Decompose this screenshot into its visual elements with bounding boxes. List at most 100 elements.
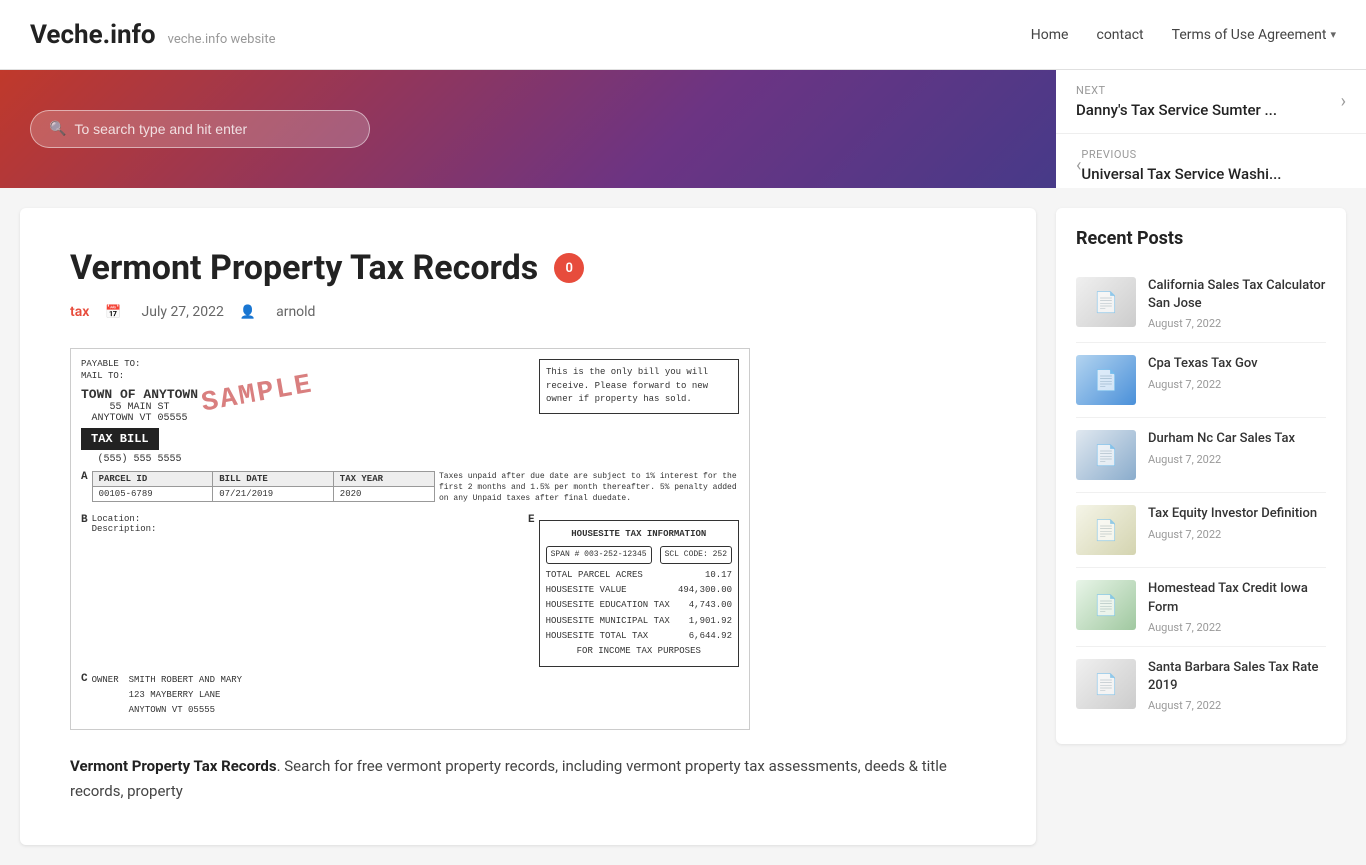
post-title: Tax Equity Investor Definition — [1148, 505, 1326, 523]
meta-author: arnold — [276, 304, 315, 320]
col-bill-date: BILL DATE — [213, 472, 334, 487]
prev-nav-content: PREVIOUS Universal Tax Service Washi... — [1081, 148, 1346, 183]
label-a: A — [81, 471, 88, 483]
next-arrow-icon: › — [1341, 91, 1346, 112]
post-date: August 7, 2022 — [1148, 453, 1326, 466]
bill-date-val: 07/21/2019 — [213, 487, 334, 502]
label-b: B — [81, 514, 88, 526]
post-date: August 7, 2022 — [1148, 378, 1326, 391]
nav-home[interactable]: Home — [1031, 27, 1069, 43]
next-title: Danny's Tax Service Sumter ... — [1076, 101, 1341, 119]
nav-cards: NEXT Danny's Tax Service Sumter ... › ‹ … — [1056, 70, 1366, 188]
post-info: Durham Nc Car Sales Tax August 7, 2022 — [1148, 430, 1326, 480]
description-label: Description: — [92, 524, 524, 534]
owner-label: OWNER SMITH ROBERT AND MARY 123 MAYBERRY… — [92, 673, 242, 719]
list-item[interactable]: 📄 California Sales Tax Calculator San Jo… — [1076, 265, 1326, 343]
post-title: California Sales Tax Calculator San Jose — [1148, 277, 1326, 313]
tax-bill: SAMPLE PAYABLE TO: MAIL TO: TOWN OF ANYT… — [70, 348, 750, 730]
post-thumbnail: 📄 — [1076, 277, 1136, 327]
article-title-container: Vermont Property Tax Records 0 — [70, 248, 986, 288]
housesite-title: HOUSESITE TAX INFORMATION — [546, 527, 732, 542]
article-title: Vermont Property Tax Records — [70, 248, 538, 288]
thumb-icon: 📄 — [1094, 368, 1119, 392]
next-nav-content: NEXT Danny's Tax Service Sumter ... — [1076, 84, 1341, 119]
comment-badge[interactable]: 0 — [554, 253, 584, 283]
hero-banner: 🔍 NEXT Danny's Tax Service Sumter ... › … — [0, 70, 1366, 188]
edu-tax-val: 4,743.00 — [689, 598, 732, 613]
recent-posts-list: 📄 California Sales Tax Calculator San Jo… — [1076, 265, 1326, 724]
total-tax-label: HOUSESITE TOTAL TAX — [546, 629, 649, 644]
search-icon: 🔍 — [49, 121, 66, 137]
owner-addr1: 123 MAYBERRY LANE — [129, 688, 242, 703]
post-title: Homestead Tax Credit Iowa Form — [1148, 580, 1326, 616]
span-badge: SPAN # 003-252-12345 — [546, 546, 652, 564]
sidebar: Recent Posts 📄 California Sales Tax Calc… — [1056, 208, 1346, 845]
list-item[interactable]: 📄 Cpa Texas Tax Gov August 7, 2022 — [1076, 343, 1326, 418]
total-tax-val: 6,644.92 — [689, 629, 732, 644]
town-addr1: 55 MAIN ST — [81, 402, 198, 413]
post-thumbnail: 📄 — [1076, 580, 1136, 630]
muni-tax-val: 1,901.92 — [689, 614, 732, 629]
housesite-box: HOUSESITE TAX INFORMATION SPAN # 003-252… — [539, 520, 739, 667]
article-body-bold: Vermont Property Tax Records — [70, 757, 277, 775]
post-thumbnail: 📄 — [1076, 659, 1136, 709]
nav-terms[interactable]: Terms of Use Agreement ▾ — [1172, 27, 1336, 43]
main-container: Vermont Property Tax Records 0 tax 📅 Jul… — [0, 188, 1366, 865]
meta-tag[interactable]: tax — [70, 304, 89, 320]
owner-name: SMITH ROBERT AND MARY — [129, 673, 242, 688]
muni-tax-label: HOUSESITE MUNICIPAL TAX — [546, 614, 670, 629]
nav-terms-label: Terms of Use Agreement — [1172, 27, 1327, 43]
post-thumbnail: 📄 — [1076, 505, 1136, 555]
list-item[interactable]: 📄 Santa Barbara Sales Tax Rate 2019 Augu… — [1076, 647, 1326, 724]
post-date: August 7, 2022 — [1148, 317, 1326, 330]
list-item[interactable]: 📄 Homestead Tax Credit Iowa Form August … — [1076, 568, 1326, 646]
thumb-icon: 📄 — [1094, 290, 1119, 314]
article-body: Vermont Property Tax Records. Search for… — [70, 754, 986, 805]
parcel-table: PARCEL ID BILL DATE TAX YEAR 00105-6789 … — [92, 471, 435, 502]
post-thumbnail: 📄 — [1076, 355, 1136, 405]
town-addr2: ANYTOWN VT 05555 — [81, 413, 198, 424]
post-info: Tax Equity Investor Definition August 7,… — [1148, 505, 1326, 555]
edu-tax-label: HOUSESITE EDUCATION TAX — [546, 598, 670, 613]
search-box[interactable]: 🔍 — [30, 110, 370, 148]
post-info: Homestead Tax Credit Iowa Form August 7,… — [1148, 580, 1326, 633]
scl-badge: SCL CODE: 252 — [660, 546, 732, 564]
header: Veche.info veche.info website Home conta… — [0, 0, 1366, 70]
mail-to-label: MAIL TO: — [81, 371, 124, 381]
site-title: Veche.info — [30, 20, 156, 50]
prev-label: PREVIOUS — [1081, 148, 1346, 161]
nav-contact[interactable]: contact — [1096, 27, 1143, 43]
search-input[interactable] — [74, 121, 351, 137]
post-title: Durham Nc Car Sales Tax — [1148, 430, 1326, 448]
post-date: August 7, 2022 — [1148, 528, 1326, 541]
post-info: California Sales Tax Calculator San Jose… — [1148, 277, 1326, 330]
interest-note: Taxes unpaid after due date are subject … — [439, 471, 739, 505]
post-date: August 7, 2022 — [1148, 621, 1326, 634]
thumb-icon: 📄 — [1094, 593, 1119, 617]
post-title: Cpa Texas Tax Gov — [1148, 355, 1326, 373]
article: Vermont Property Tax Records 0 tax 📅 Jul… — [20, 208, 1036, 845]
payable-to-label: PAYABLE TO: — [81, 359, 140, 369]
post-date: August 7, 2022 — [1148, 699, 1326, 712]
parcel-acres-label: TOTAL PARCEL ACRES — [546, 568, 643, 583]
post-info: Santa Barbara Sales Tax Rate 2019 August… — [1148, 659, 1326, 712]
parcel-acres-val: 10.17 — [705, 568, 732, 583]
list-item[interactable]: 📄 Durham Nc Car Sales Tax August 7, 2022 — [1076, 418, 1326, 493]
post-info: Cpa Texas Tax Gov August 7, 2022 — [1148, 355, 1326, 405]
label-e: E — [528, 514, 535, 526]
header-nav: Home contact Terms of Use Agreement ▾ — [1031, 27, 1336, 43]
calendar-icon: 📅 — [105, 305, 121, 320]
col-parcel-id: PARCEL ID — [92, 472, 213, 487]
housesite-header: SPAN # 003-252-12345 SCL CODE: 252 — [546, 546, 732, 564]
town-name: TOWN OF ANYTOWN — [81, 387, 198, 402]
housesite-value-val: 494,300.00 — [678, 583, 732, 598]
parcel-id-val: 00105-6789 — [92, 487, 213, 502]
list-item[interactable]: 📄 Tax Equity Investor Definition August … — [1076, 493, 1326, 568]
next-nav-card[interactable]: NEXT Danny's Tax Service Sumter ... › — [1056, 70, 1366, 134]
meta-date: July 27, 2022 — [142, 304, 224, 320]
prev-nav-card[interactable]: ‹ PREVIOUS Universal Tax Service Washi..… — [1056, 134, 1366, 197]
prev-title: Universal Tax Service Washi... — [1081, 165, 1346, 183]
sidebar-recent-posts: Recent Posts 📄 California Sales Tax Calc… — [1056, 208, 1346, 744]
tax-bill-note: This is the only bill you will receive. … — [539, 359, 739, 414]
post-thumbnail: 📄 — [1076, 430, 1136, 480]
